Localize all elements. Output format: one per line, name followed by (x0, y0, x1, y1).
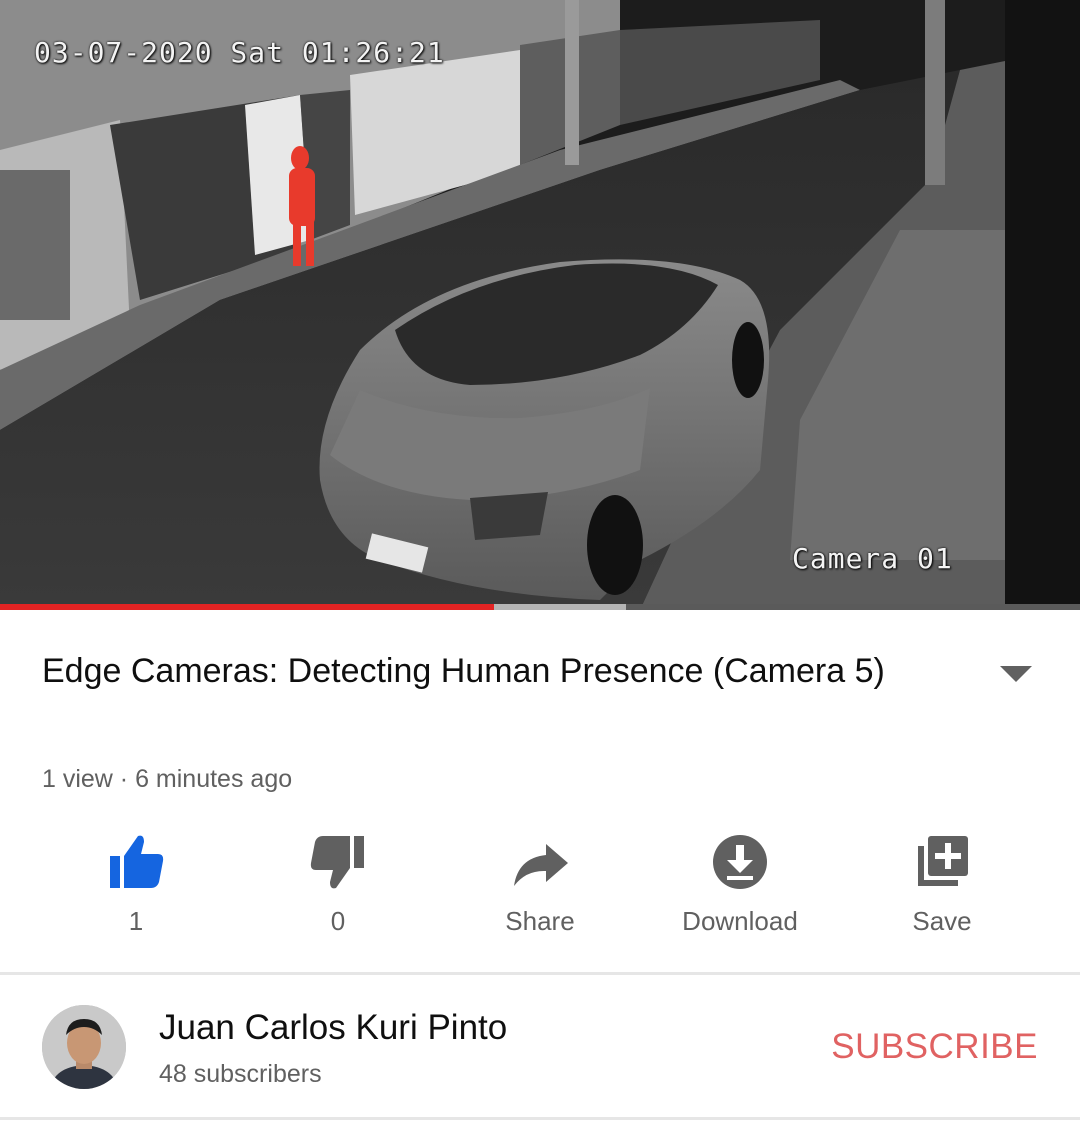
channel-name[interactable]: Juan Carlos Kuri Pinto (159, 1008, 507, 1048)
divider (0, 1117, 1080, 1120)
share-icon (514, 844, 568, 886)
video-frame (0, 0, 1080, 610)
video-title: Edge Cameras: Detecting Human Presence (… (42, 652, 885, 690)
thumbs-down-icon (310, 836, 364, 889)
like-button[interactable]: 1 (36, 826, 236, 946)
channel-avatar[interactable] (42, 1005, 126, 1089)
progress-played (0, 604, 494, 610)
download-icon (713, 835, 767, 889)
share-button[interactable]: Share (440, 826, 640, 946)
add-to-playlist-icon (918, 836, 968, 886)
subscribe-button[interactable]: SUBSCRIBE (831, 1027, 1038, 1067)
expand-description-icon[interactable] (998, 664, 1034, 684)
dislike-count: 0 (330, 906, 346, 936)
progress-bar[interactable] (0, 604, 1080, 610)
timestamp-overlay: 03-07-2020 Sat 01:26:21 (34, 36, 445, 69)
thumbs-up-icon (110, 835, 164, 888)
divider (0, 972, 1080, 975)
save-label: Save (912, 906, 972, 936)
camera-label-overlay: Camera 01 (792, 542, 953, 575)
share-label: Share (505, 906, 575, 936)
view-count-and-date: 1 view · 6 minutes ago (42, 765, 293, 793)
video-player[interactable]: 03-07-2020 Sat 01:26:21 Camera 01 (0, 0, 1080, 610)
save-button[interactable]: Save (842, 826, 1042, 946)
subscriber-count: 48 subscribers (159, 1060, 322, 1088)
avatar-image (42, 1005, 126, 1089)
like-count: 1 (128, 906, 144, 936)
dislike-button[interactable]: 0 (238, 826, 438, 946)
download-button[interactable]: Download (640, 826, 840, 946)
action-bar: 1 0 Share Download Save (36, 826, 1044, 946)
download-label: Download (682, 906, 798, 936)
